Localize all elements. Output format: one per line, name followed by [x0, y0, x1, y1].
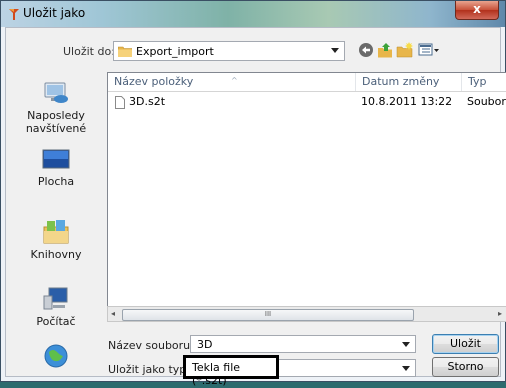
column-date-label: Datum změny: [362, 75, 440, 88]
file-list-header: Název položky ^ Datum změny Typ: [108, 73, 506, 92]
chevron-down-icon[interactable]: [402, 366, 410, 371]
chevron-down-icon[interactable]: [402, 342, 410, 347]
view-menu-icon[interactable]: [418, 42, 440, 58]
place-network[interactable]: [10, 342, 102, 373]
network-icon: [44, 344, 68, 368]
filename-label: Název souboru:: [108, 339, 194, 352]
libraries-icon: [43, 220, 69, 244]
column-date[interactable]: Datum změny: [356, 73, 462, 91]
filetype-value: Tekla file (*.s2t): [192, 361, 241, 387]
folder-icon: [118, 46, 132, 57]
desktop-icon: [42, 149, 70, 169]
file-type: Soubor S2T: [467, 95, 506, 108]
recent-places-icon: [44, 82, 68, 103]
filetype-label: Uložit jako typ:: [108, 363, 190, 376]
place-recent-label-2: navštívené: [25, 122, 87, 135]
scroll-thumb[interactable]: III: [122, 309, 414, 321]
file-icon: [115, 96, 125, 109]
title-bar[interactable]: Uložit jako x: [1, 1, 505, 27]
save-button[interactable]: Uložit: [432, 334, 499, 354]
cancel-button[interactable]: Storno: [432, 357, 499, 377]
column-name-label: Název položky: [114, 75, 194, 88]
place-libraries[interactable]: Knihovny: [10, 217, 102, 261]
place-recent[interactable]: Naposledy navštívené: [10, 80, 102, 135]
computer-icon: [43, 287, 68, 310]
place-computer-label: Počítač: [36, 315, 76, 328]
scroll-left-icon[interactable]: ◂: [111, 309, 115, 318]
filename-value[interactable]: 3D: [197, 338, 212, 351]
place-desktop[interactable]: Plocha: [10, 148, 102, 188]
place-computer[interactable]: Počítač: [10, 286, 102, 328]
file-date: 10.8.2011 13:22: [361, 95, 453, 108]
up-folder-icon[interactable]: [377, 42, 393, 58]
close-button[interactable]: x: [455, 1, 499, 20]
place-desktop-label: Plocha: [37, 175, 75, 188]
sort-ascending-icon: ^: [231, 76, 238, 85]
save-as-dialog: Uložit jako x Uložit do: Export_import N…: [0, 0, 506, 387]
new-folder-icon[interactable]: [396, 42, 414, 58]
dialog-body: Uložit do: Export_import Naposledy navšt…: [5, 27, 506, 387]
horizontal-scrollbar[interactable]: ◂ III ▸: [107, 306, 506, 322]
window-title: Uložit jako: [23, 6, 86, 20]
scroll-right-icon[interactable]: ▸: [498, 309, 502, 318]
column-type-label: Typ: [468, 75, 487, 88]
places-bar: Naposledy navštívené Plocha Knihovny Poč…: [10, 72, 102, 388]
place-recent-label-1: Naposledy: [27, 109, 85, 122]
back-icon[interactable]: [358, 42, 374, 58]
tekla-app-icon: [9, 9, 19, 20]
chevron-down-icon[interactable]: [331, 48, 339, 53]
filetype-highlight: Tekla file (*.s2t): [183, 355, 279, 387]
save-in-label: Uložit do:: [63, 45, 115, 58]
file-name: 3D.s2t: [129, 95, 166, 108]
column-name[interactable]: Název položky ^: [108, 73, 356, 91]
place-libraries-label: Knihovny: [30, 248, 82, 261]
file-list[interactable]: Název položky ^ Datum změny Typ 3D.s2t 1…: [107, 72, 506, 322]
save-in-value: Export_import: [136, 45, 214, 58]
table-row[interactable]: 3D.s2t 10.8.2011 13:22 Soubor S2T: [113, 94, 506, 109]
column-type[interactable]: Typ: [462, 73, 506, 91]
filename-input[interactable]: 3D: [190, 335, 416, 353]
save-in-dropdown[interactable]: Export_import: [113, 41, 345, 61]
